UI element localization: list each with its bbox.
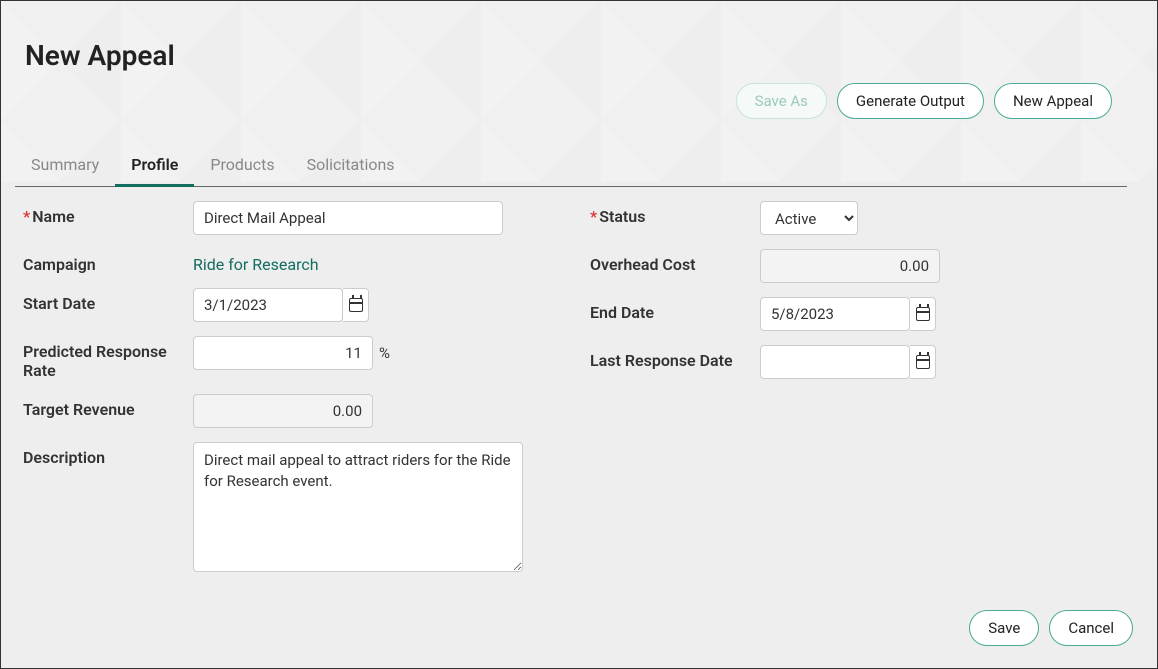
end-date-input[interactable]: [760, 297, 910, 331]
label-description: Description: [23, 442, 193, 467]
target-revenue-input[interactable]: [193, 394, 373, 428]
calendar-icon: [916, 355, 930, 369]
row-target-revenue: Target Revenue: [23, 394, 560, 428]
row-description: Description: [23, 442, 560, 572]
calendar-icon: [916, 307, 930, 321]
save-as-button[interactable]: Save As: [736, 83, 827, 119]
last-response-date-input[interactable]: [760, 345, 910, 379]
status-select[interactable]: Active: [760, 201, 858, 235]
tab-solicitations[interactable]: Solicitations: [291, 145, 411, 186]
row-predicted-response: Predicted Response Rate %: [23, 336, 560, 380]
left-column: *Name Campaign Ride for Research Start D…: [23, 201, 560, 572]
label-name: *Name: [23, 201, 193, 226]
last-response-date-picker-button[interactable]: [910, 345, 936, 379]
tab-profile[interactable]: Profile: [115, 145, 194, 186]
overhead-cost-input[interactable]: [760, 249, 940, 283]
end-date-picker-button[interactable]: [910, 297, 936, 331]
right-column: *Status Active Overhead Cost End Date: [590, 201, 1127, 572]
cancel-button[interactable]: Cancel: [1049, 610, 1133, 646]
label-end-date: End Date: [590, 297, 760, 322]
label-campaign: Campaign: [23, 249, 193, 274]
new-appeal-button[interactable]: New Appeal: [994, 83, 1112, 119]
label-start-date: Start Date: [23, 288, 193, 313]
tab-products[interactable]: Products: [194, 145, 290, 186]
row-status: *Status Active: [590, 201, 1127, 235]
tab-summary[interactable]: Summary: [15, 145, 115, 186]
percent-suffix: %: [379, 344, 390, 362]
header-actions: Save As Generate Output New Appeal: [736, 83, 1112, 119]
label-overhead-cost: Overhead Cost: [590, 249, 760, 274]
generate-output-button[interactable]: Generate Output: [837, 83, 984, 119]
start-date-picker-button[interactable]: [343, 288, 369, 322]
tabs: Summary Profile Products Solicitations: [15, 145, 1127, 187]
row-name: *Name: [23, 201, 560, 235]
footer-actions: Save Cancel: [969, 610, 1133, 646]
predicted-response-input[interactable]: [193, 336, 373, 370]
label-status: *Status: [590, 201, 760, 226]
start-date-input[interactable]: [193, 288, 343, 322]
row-last-response-date: Last Response Date: [590, 345, 1127, 379]
row-overhead-cost: Overhead Cost: [590, 249, 1127, 283]
label-last-response-date: Last Response Date: [590, 345, 760, 370]
label-target-revenue: Target Revenue: [23, 394, 193, 419]
form-area: *Name Campaign Ride for Research Start D…: [23, 201, 1127, 572]
calendar-icon: [349, 298, 363, 312]
save-button[interactable]: Save: [969, 610, 1039, 646]
campaign-link[interactable]: Ride for Research: [193, 249, 319, 274]
label-predicted-response: Predicted Response Rate: [23, 336, 193, 380]
name-input[interactable]: [193, 201, 503, 235]
page-title: New Appeal: [25, 39, 175, 72]
row-end-date: End Date: [590, 297, 1127, 331]
row-campaign: Campaign Ride for Research: [23, 249, 560, 274]
row-start-date: Start Date: [23, 288, 560, 322]
description-textarea[interactable]: [193, 442, 523, 572]
